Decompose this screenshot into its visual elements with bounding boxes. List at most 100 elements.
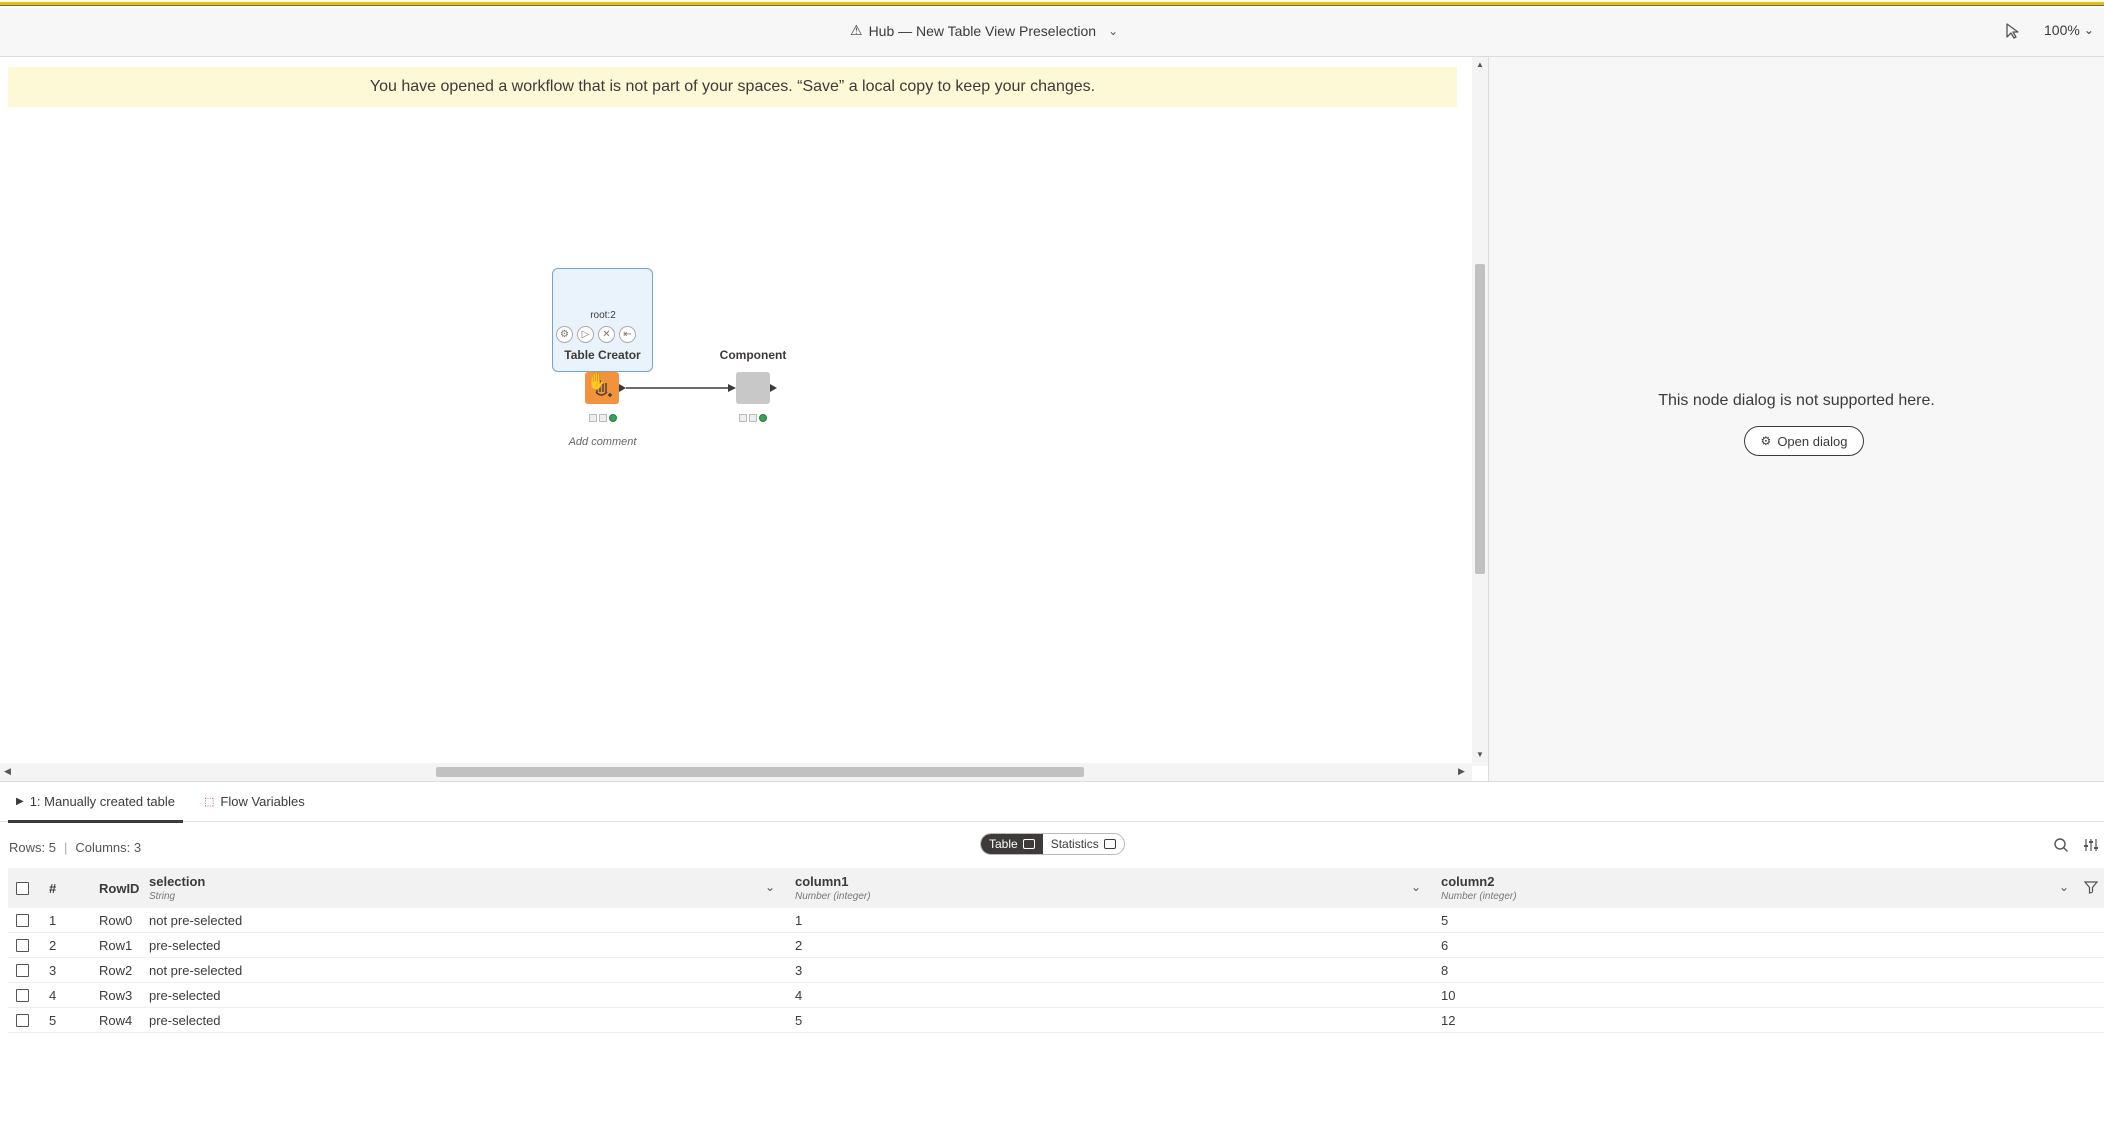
cell-column2: 12: [1441, 1013, 1456, 1028]
horizontal-scroll-thumb[interactable]: [436, 767, 1084, 777]
accent-bar: [0, 0, 2104, 8]
output-port-icon: [770, 384, 777, 392]
columns-count: Columns: 3: [75, 840, 142, 855]
header-column1[interactable]: column1: [795, 874, 848, 889]
header-selection[interactable]: selection: [149, 874, 205, 889]
row-checkbox[interactable]: [16, 989, 29, 1002]
select-all-checkbox[interactable]: [16, 882, 29, 895]
open-dialog-button[interactable]: ⚙ Open dialog: [1744, 426, 1864, 456]
table-header: # RowID selection String ⌄ column1 Numbe…: [8, 868, 2104, 908]
cell-column2: 8: [1441, 963, 1449, 978]
cell-column1: 4: [795, 988, 803, 1003]
row-index: 4: [49, 988, 57, 1003]
read-only-banner: You have opened a workflow that is not p…: [8, 67, 1457, 107]
scroll-down-icon[interactable]: ▼: [1476, 750, 1484, 759]
node-status-table-creator: [589, 414, 617, 422]
cell-column2: 10: [1441, 988, 1456, 1003]
component-node[interactable]: [736, 372, 770, 404]
tab-flow-variables[interactable]: ⬚ Flow Variables: [204, 794, 305, 809]
row-id: Row4: [99, 1013, 133, 1028]
cell-column1: 2: [795, 938, 803, 953]
vertical-scrollbar[interactable]: ▲ ▼: [1472, 57, 1488, 766]
cancel-icon[interactable]: ✕: [598, 326, 615, 343]
cell-column1: 5: [795, 1013, 803, 1028]
execute-icon[interactable]: ▷: [577, 326, 594, 343]
column-menu-icon[interactable]: ⌄: [1411, 880, 1421, 894]
row-checkbox[interactable]: [16, 1014, 29, 1027]
cell-selection: pre-selected: [149, 1013, 221, 1028]
row-id: Row2: [99, 963, 133, 978]
search-icon[interactable]: [2052, 836, 2070, 854]
statistics-preview-icon: [1103, 839, 1116, 849]
row-checkbox[interactable]: [16, 964, 29, 977]
status-light: [739, 414, 747, 422]
column-menu-icon[interactable]: ⌄: [765, 880, 775, 894]
filter-icon[interactable]: [2083, 880, 2099, 897]
tab-label: Flow Variables: [220, 794, 305, 809]
row-id: Row0: [99, 913, 133, 928]
row-checkbox[interactable]: [16, 939, 29, 952]
scroll-right-icon[interactable]: ▶: [1458, 766, 1465, 777]
status-light: [749, 414, 757, 422]
header-selection-type: String: [149, 891, 176, 902]
cell-selection: pre-selected: [149, 988, 221, 1003]
status-ok-light: [609, 414, 617, 422]
table-view-toggle[interactable]: Table: [981, 834, 1043, 854]
node-dialog-panel: This node dialog is not supported here. …: [1488, 57, 2104, 781]
node-id-label: root:2: [590, 310, 616, 321]
statistics-view-toggle[interactable]: Statistics: [1043, 834, 1124, 854]
node-action-bar: ⚙ ▷ ✕ ⇤: [556, 326, 636, 343]
status-light: [599, 414, 607, 422]
cell-selection: not pre-selected: [149, 913, 243, 928]
cell-column2: 6: [1441, 938, 1449, 953]
play-icon: ▶: [16, 796, 24, 807]
zoom-dropdown[interactable]: 100% ⌄: [2044, 22, 2094, 38]
configure-icon[interactable]: ⚙: [556, 326, 573, 343]
view-toggle: Table Statistics: [980, 833, 1125, 855]
status-ok-light: [759, 414, 767, 422]
row-index: 3: [49, 963, 57, 978]
table-row[interactable]: 5 Row4 pre-selected 5 12: [8, 1008, 2104, 1033]
scroll-left-icon[interactable]: ◀: [4, 766, 11, 777]
table-row[interactable]: 2 Row1 pre-selected 2 6: [8, 933, 2104, 958]
output-port-icon: [619, 384, 626, 392]
row-index: 2: [49, 938, 57, 953]
row-checkbox[interactable]: [16, 914, 29, 927]
header-column2[interactable]: column2: [1441, 874, 1494, 889]
rows-count: Rows: 5: [9, 840, 56, 855]
column-menu-icon[interactable]: ⌄: [2059, 880, 2069, 894]
table-toolbar: Rows: 5 | Columns: 3 Table Statistics: [0, 822, 2104, 868]
row-index: 5: [49, 1013, 57, 1028]
workflow-title-dropdown[interactable]: ⚠ Hub — New Table View Preselection ⌄: [850, 22, 1118, 39]
cell-column1: 1: [795, 913, 803, 928]
node-status-component: [739, 414, 767, 422]
cell-selection: not pre-selected: [149, 963, 243, 978]
input-port-icon: [728, 384, 736, 392]
tab-manually-created-table[interactable]: ▶ 1: Manually created table: [8, 794, 183, 823]
reset-icon[interactable]: ⇤: [619, 326, 636, 343]
node-name-table-creator[interactable]: Table Creator: [552, 348, 653, 362]
banner-text: You have opened a workflow that is not p…: [369, 78, 1096, 95]
table-row[interactable]: 4 Row3 pre-selected 4 10: [8, 983, 2104, 1008]
vertical-scroll-thumb[interactable]: [1475, 264, 1485, 574]
node-name-component[interactable]: Component: [703, 348, 803, 362]
tab-label: 1: Manually created table: [29, 794, 175, 809]
workflow-title: Hub — New Table View Preselection: [868, 22, 1097, 39]
top-bar: ⚠ Hub — New Table View Preselection ⌄ 10…: [0, 8, 2104, 57]
chevron-down-icon: ⌄: [1108, 23, 1119, 38]
hand-cursor-icon: ✋: [587, 374, 607, 391]
table-info: Rows: 5 | Columns: 3: [9, 840, 141, 855]
scroll-up-icon[interactable]: ▲: [1476, 60, 1484, 69]
horizontal-scrollbar[interactable]: ◀ ▶: [0, 763, 1472, 781]
open-dialog-label: Open dialog: [1777, 433, 1848, 449]
selection-mode-button[interactable]: [2004, 22, 2024, 42]
add-comment-link[interactable]: Add comment: [552, 436, 653, 448]
header-column2-type: Number (integer): [1441, 891, 1517, 902]
statistics-toggle-label: Statistics: [1050, 837, 1099, 851]
cell-column2: 5: [1441, 913, 1449, 928]
table-row[interactable]: 1 Row0 not pre-selected 1 5: [8, 908, 2104, 933]
table-row[interactable]: 3 Row2 not pre-selected 3 8: [8, 958, 2104, 983]
settings-sliders-icon[interactable]: [2082, 836, 2100, 854]
status-light: [589, 414, 597, 422]
chevron-down-icon: ⌄: [2083, 23, 2094, 37]
